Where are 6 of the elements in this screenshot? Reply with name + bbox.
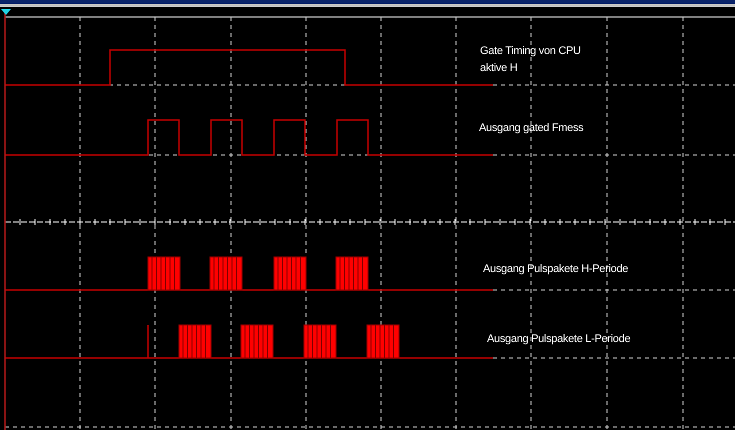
- trace-label: Gate Timing von CPU: [480, 44, 581, 59]
- trace-label: Ausgang Pulspakete L-Periode: [487, 332, 630, 347]
- trace-label: aktive H: [480, 61, 518, 76]
- trace-label: Ausgang gated Fmess: [479, 121, 584, 136]
- trace-label: Ausgang Pulspakete H-Periode: [483, 262, 628, 277]
- trigger-marker-icon[interactable]: [1, 9, 11, 15]
